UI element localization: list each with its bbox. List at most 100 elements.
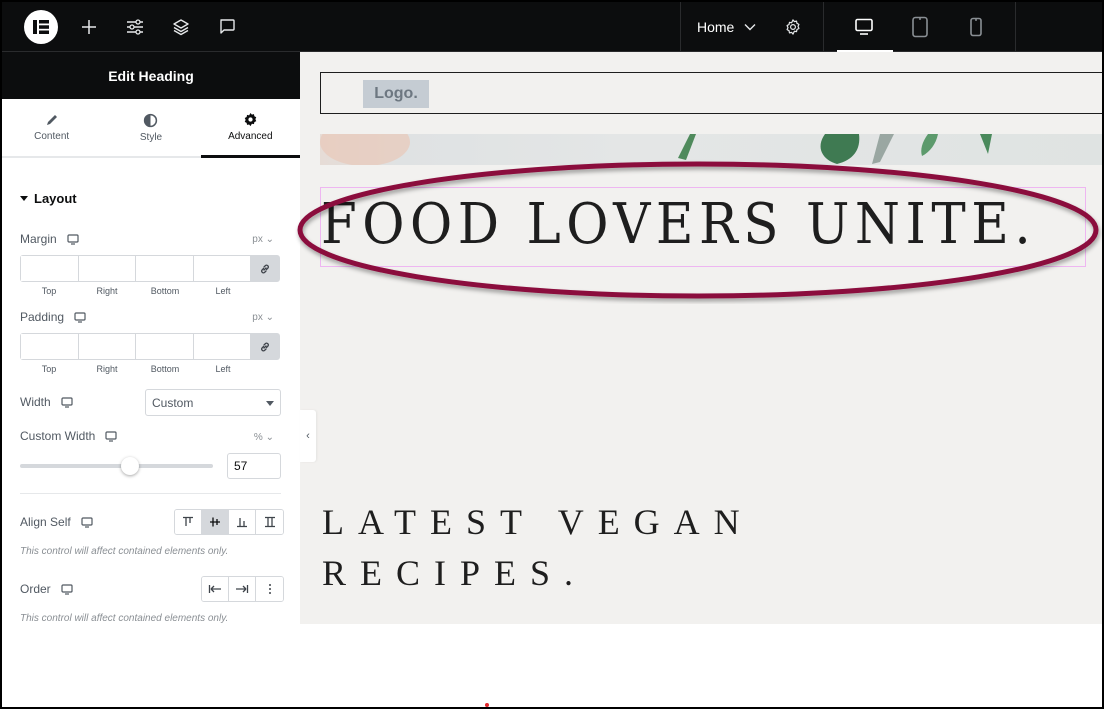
comments-button[interactable] <box>213 13 241 41</box>
tab-content[interactable]: Content <box>2 99 101 156</box>
divider <box>20 493 281 494</box>
tab-advanced[interactable]: Advanced <box>200 99 300 158</box>
margin-unit-select[interactable]: px ⌄ <box>252 234 274 245</box>
custom-width-input[interactable]: 57 <box>227 453 281 479</box>
margin-label-text: Margin <box>20 232 57 246</box>
width-label-text: Width <box>20 395 51 409</box>
padding-left-input[interactable] <box>193 334 251 359</box>
custom-width-value: 57 <box>234 459 248 473</box>
width-select[interactable]: Custom <box>145 389 281 416</box>
margin-link-button[interactable] <box>251 256 279 281</box>
sub-heading[interactable]: LATEST VEGAN RECIPES. <box>322 497 754 599</box>
order-start-icon <box>208 585 221 593</box>
side-label: Left <box>215 364 231 374</box>
order-last-button[interactable] <box>229 577 256 601</box>
align-center-button[interactable] <box>202 510 229 534</box>
chevron-down-icon <box>744 24 756 31</box>
padding-bottom-input[interactable] <box>136 334 194 359</box>
responsive-desktop-icon[interactable] <box>61 396 73 408</box>
slider-handle[interactable] <box>121 457 139 475</box>
gear-icon <box>786 19 800 35</box>
padding-link-button[interactable] <box>251 334 279 359</box>
padding-label-text: Padding <box>20 310 65 324</box>
side-label: Top <box>41 364 57 374</box>
structure-button[interactable] <box>167 13 195 41</box>
width-select-value: Custom <box>152 395 194 410</box>
tab-style[interactable]: Style <box>101 99 200 156</box>
pencil-icon <box>46 115 57 125</box>
site-header-container[interactable]: Logo. <box>320 72 1102 114</box>
margin-left-input[interactable] <box>193 256 251 281</box>
responsive-desktop-icon[interactable] <box>61 583 73 595</box>
site-logo-placeholder[interactable]: Logo. <box>363 80 429 108</box>
panel-tabs: Content Style Advanced <box>2 99 300 158</box>
collapse-panel-button[interactable]: ‹ <box>300 410 316 462</box>
order-first-button[interactable] <box>202 577 229 601</box>
order-label-text: Order <box>20 582 51 596</box>
margin-unit: px <box>252 234 263 245</box>
editor-window: Home Edit Heading Content Style Advanced… <box>2 2 1102 707</box>
side-label: Bottom <box>150 286 180 296</box>
margin-side-labels: Top Right Bottom Left <box>20 286 252 296</box>
divider <box>1015 2 1016 52</box>
add-element-button[interactable] <box>75 13 103 41</box>
margin-top-input[interactable] <box>21 256 79 281</box>
align-self-label-text: Align Self <box>20 515 71 529</box>
align-end-icon <box>237 518 247 528</box>
device-tablet-button[interactable] <box>906 13 934 41</box>
custom-width-label: Custom Width <box>20 429 117 443</box>
padding-top-input[interactable] <box>21 334 79 359</box>
device-mobile-button[interactable] <box>962 13 990 41</box>
responsive-desktop-icon[interactable] <box>105 430 117 442</box>
responsive-desktop-icon[interactable] <box>81 516 93 528</box>
margin-inputs <box>20 255 280 282</box>
custom-width-unit-select[interactable]: % ⌄ <box>254 432 274 443</box>
side-label: Left <box>215 286 231 296</box>
custom-width-slider[interactable] <box>20 457 213 475</box>
responsive-desktop-icon[interactable] <box>67 233 79 245</box>
editor-panel: Edit Heading Content Style Advanced Layo… <box>2 52 300 707</box>
align-start-button[interactable] <box>175 510 202 534</box>
order-custom-button[interactable] <box>256 577 283 601</box>
align-stretch-button[interactable] <box>256 510 283 534</box>
order-buttons <box>201 576 284 602</box>
tablet-icon <box>912 16 928 38</box>
elementor-logo-button[interactable] <box>24 10 58 44</box>
responsive-desktop-icon[interactable] <box>74 311 86 323</box>
custom-width-unit: % <box>253 432 263 443</box>
margin-bottom-input[interactable] <box>136 256 194 281</box>
link-icon <box>261 342 269 351</box>
chevron-left-icon: ‹ <box>306 430 310 442</box>
page-selector[interactable]: Home <box>697 16 756 38</box>
hero-image[interactable] <box>320 134 1102 165</box>
side-label: Bottom <box>150 364 180 374</box>
align-stretch-icon <box>264 516 275 528</box>
align-end-button[interactable] <box>229 510 256 534</box>
site-settings-button[interactable] <box>121 13 149 41</box>
side-label: Right <box>96 286 118 296</box>
order-label: Order <box>20 582 73 596</box>
margin-label: Margin <box>20 232 79 246</box>
page-settings-button[interactable] <box>779 13 807 41</box>
padding-right-input[interactable] <box>78 334 136 359</box>
padding-unit-select[interactable]: px ⌄ <box>252 312 274 323</box>
section-layout-toggle[interactable]: Layout <box>20 191 77 206</box>
device-desktop-button[interactable] <box>850 13 878 41</box>
section-title: Layout <box>34 191 77 206</box>
layers-icon <box>173 19 189 36</box>
link-icon <box>261 264 269 273</box>
width-label: Width <box>20 395 73 409</box>
more-vertical-icon <box>268 584 271 594</box>
main-heading[interactable]: FOOD LOVERS UNITE. <box>321 192 1036 257</box>
align-center-icon <box>210 517 220 527</box>
tab-label: Advanced <box>228 131 273 142</box>
preview-canvas: Logo. FOOD LOVERS UNITE. LATEST VEGAN RE… <box>297 52 1102 624</box>
padding-side-labels: Top Right Bottom Left <box>20 364 252 374</box>
comment-icon <box>220 19 235 34</box>
align-self-label: Align Self <box>20 515 93 529</box>
mobile-icon <box>970 17 982 37</box>
desktop-icon <box>855 18 873 35</box>
margin-right-input[interactable] <box>78 256 136 281</box>
tab-label: Style <box>139 131 163 143</box>
padding-unit: px <box>252 312 263 323</box>
